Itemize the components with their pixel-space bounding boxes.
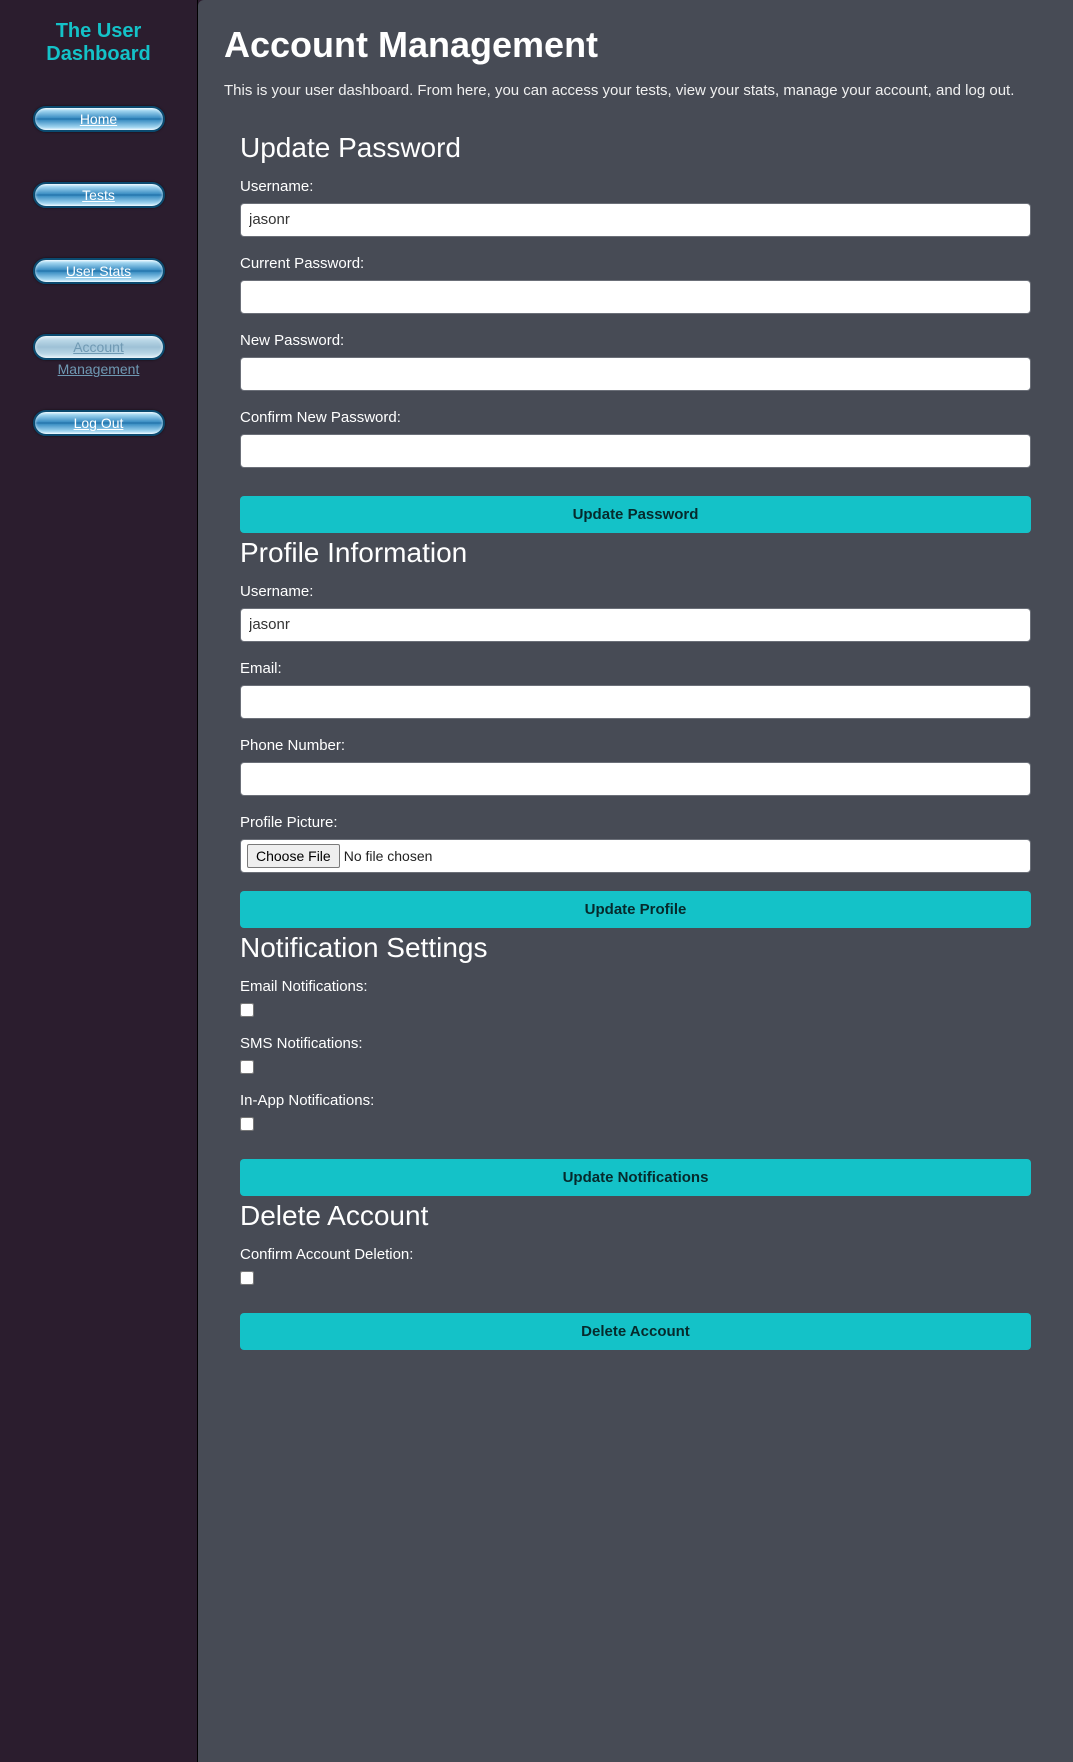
page-title: Account Management bbox=[224, 24, 1047, 66]
profile-info-heading: Profile Information bbox=[240, 537, 1031, 569]
confirm-deletion-label: Confirm Account Deletion: bbox=[240, 1246, 1031, 1263]
update-notifications-button[interactable]: Update Notifications bbox=[240, 1159, 1031, 1196]
page-description: This is your user dashboard. From here, … bbox=[224, 80, 1047, 102]
phone-input[interactable] bbox=[240, 762, 1031, 796]
sidebar-item-user-stats[interactable]: User Stats bbox=[33, 258, 165, 284]
update-profile-button[interactable]: Update Profile bbox=[240, 891, 1031, 928]
profile-picture-label: Profile Picture: bbox=[240, 814, 1031, 831]
new-password-input[interactable] bbox=[240, 357, 1031, 391]
profile-username-label: Username: bbox=[240, 583, 1031, 600]
section-update-password: Update Password Username: Current Passwo… bbox=[224, 132, 1047, 533]
current-password-label: Current Password: bbox=[240, 255, 1031, 272]
sms-notifications-label: SMS Notifications: bbox=[240, 1035, 1031, 1052]
confirm-deletion-checkbox[interactable] bbox=[240, 1271, 254, 1285]
username-input[interactable] bbox=[240, 203, 1031, 237]
main-content: Account Management This is your user das… bbox=[198, 0, 1073, 1762]
sidebar-item-log-out[interactable]: Log Out bbox=[33, 410, 165, 436]
email-notifications-checkbox[interactable] bbox=[240, 1003, 254, 1017]
section-notification-settings: Notification Settings Email Notification… bbox=[224, 932, 1047, 1196]
confirm-password-label: Confirm New Password: bbox=[240, 409, 1031, 426]
sidebar-item-tests[interactable]: Tests bbox=[33, 182, 165, 208]
email-label: Email: bbox=[240, 660, 1031, 677]
sidebar-item-account-management[interactable]: Account Management bbox=[33, 334, 165, 360]
username-label: Username: bbox=[240, 178, 1031, 195]
phone-label: Phone Number: bbox=[240, 737, 1031, 754]
notification-settings-heading: Notification Settings bbox=[240, 932, 1031, 964]
profile-picture-file-row[interactable]: Choose File No file chosen bbox=[240, 839, 1031, 873]
current-password-input[interactable] bbox=[240, 280, 1031, 314]
inapp-notifications-checkbox[interactable] bbox=[240, 1117, 254, 1131]
choose-file-button[interactable]: Choose File bbox=[247, 844, 340, 868]
delete-account-heading: Delete Account bbox=[240, 1200, 1031, 1232]
sms-notifications-checkbox[interactable] bbox=[240, 1060, 254, 1074]
email-notifications-label: Email Notifications: bbox=[240, 978, 1031, 995]
sidebar: The User Dashboard Home Tests User Stats… bbox=[0, 0, 198, 1762]
section-delete-account: Delete Account Confirm Account Deletion:… bbox=[224, 1200, 1047, 1350]
email-input[interactable] bbox=[240, 685, 1031, 719]
no-file-chosen-text: No file chosen bbox=[344, 848, 433, 864]
new-password-label: New Password: bbox=[240, 332, 1031, 349]
sidebar-item-home[interactable]: Home bbox=[33, 106, 165, 132]
sidebar-nav: Home Tests User Stats Account Management… bbox=[4, 106, 193, 436]
section-profile-info: Profile Information Username: Email: Pho… bbox=[224, 537, 1047, 928]
inapp-notifications-label: In-App Notifications: bbox=[240, 1092, 1031, 1109]
update-password-button[interactable]: Update Password bbox=[240, 496, 1031, 533]
delete-account-button[interactable]: Delete Account bbox=[240, 1313, 1031, 1350]
sidebar-title: The User Dashboard bbox=[4, 20, 193, 66]
confirm-password-input[interactable] bbox=[240, 434, 1031, 468]
update-password-heading: Update Password bbox=[240, 132, 1031, 164]
profile-username-input[interactable] bbox=[240, 608, 1031, 642]
